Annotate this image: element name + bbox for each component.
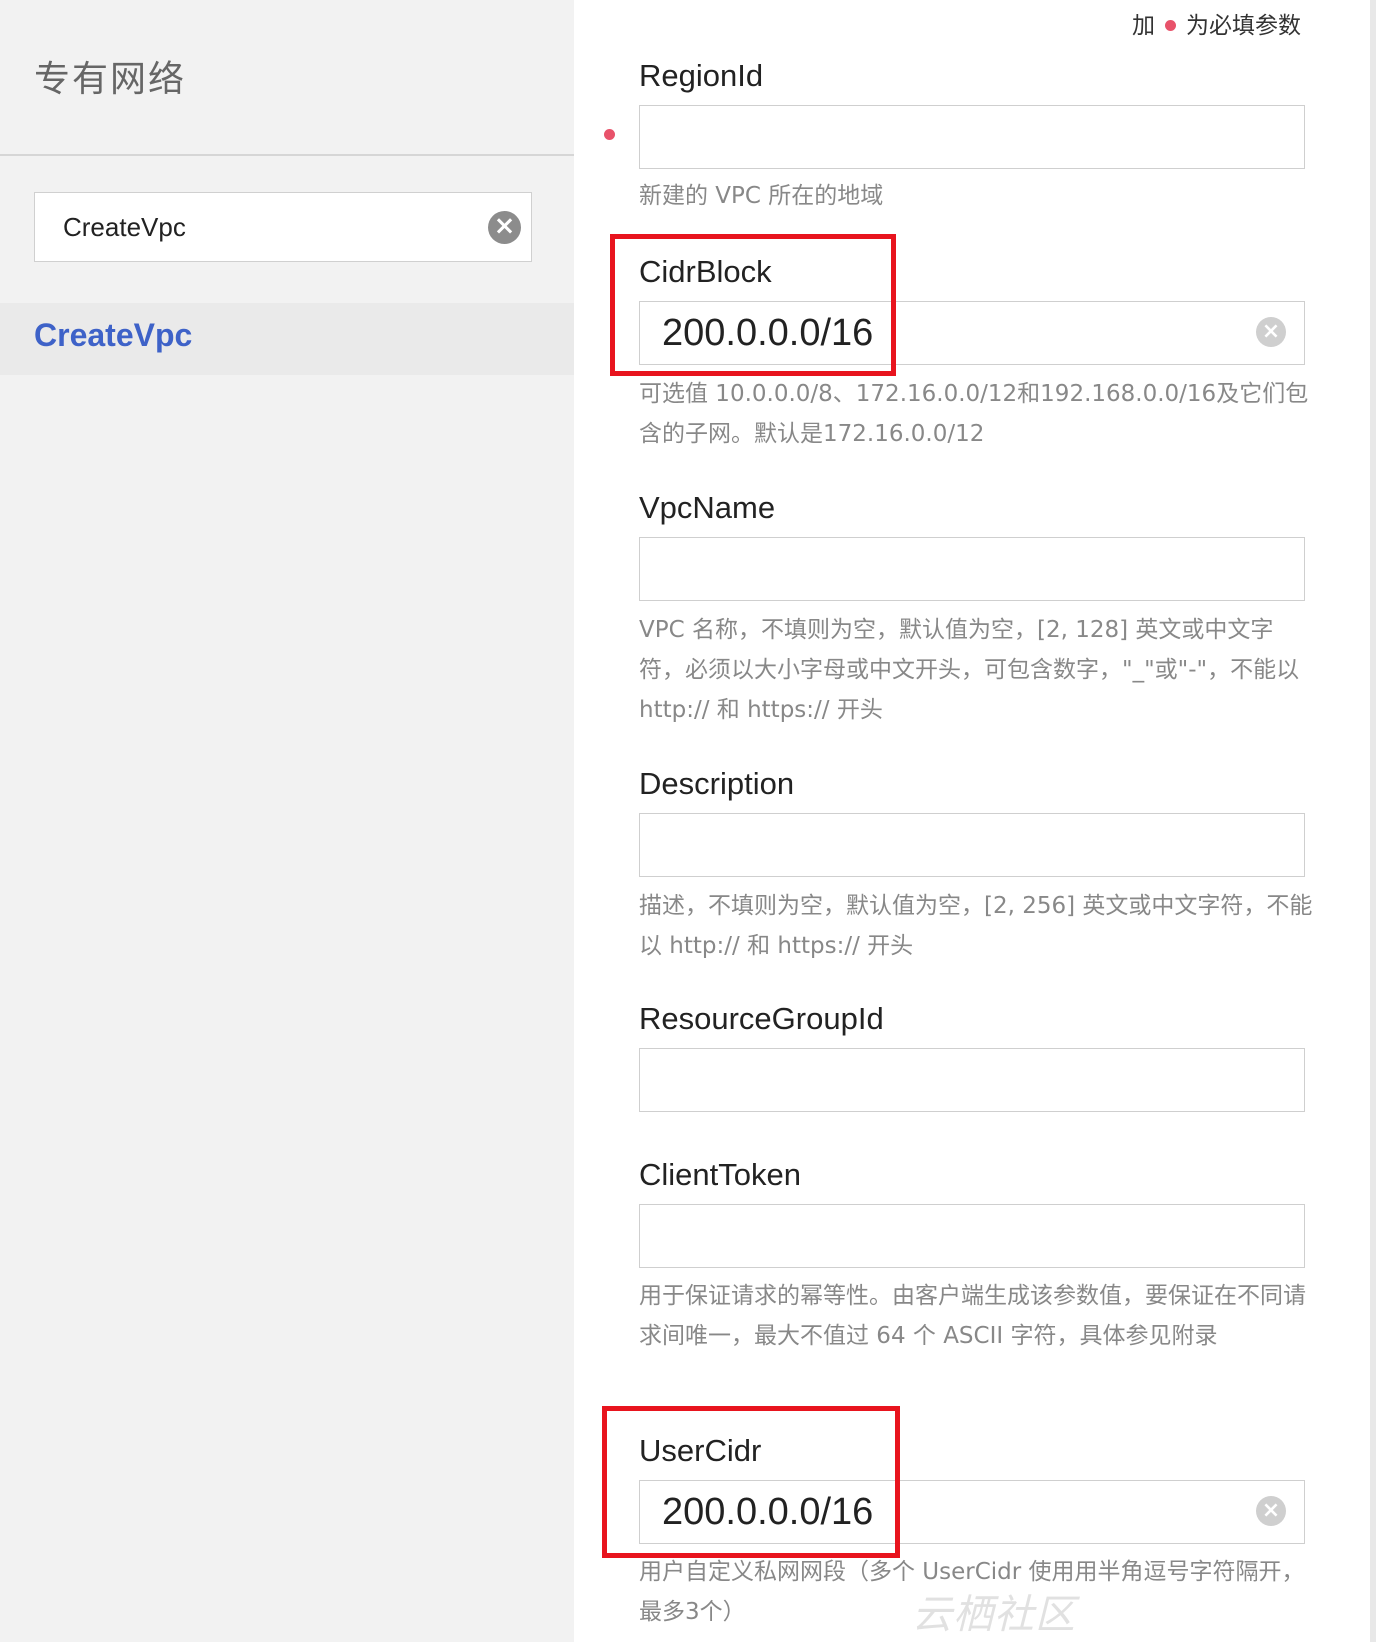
field-help-description: 描述，不填则为空，默认值为空，[2, 256] 英文或中文字符，不能以 http… [639,893,1313,959]
field-help-regionid: 新建的 VPC 所在的地域 [639,183,884,209]
required-legend-prefix: 加 [1132,13,1155,39]
sidebar-divider [0,154,574,156]
vpcname-input-box[interactable] [639,537,1305,601]
clear-cidrblock-icon[interactable]: × [1256,317,1286,347]
field-label-regionid: RegionId [639,58,764,93]
highlight-box-cidrblock [610,234,896,376]
description-input-box[interactable] [639,813,1305,877]
vpcname-input[interactable] [662,538,1242,600]
resourcegroupid-input-box[interactable] [639,1048,1305,1112]
scrollbar[interactable] [1370,0,1376,1642]
clear-search-icon[interactable]: × [488,211,521,244]
api-search-input[interactable] [63,193,483,261]
watermark-text: 云栖社区 yq.aliyun.com [912,1592,1205,1642]
field-label-resourcegroupid: ResourceGroupId [639,1001,884,1036]
clienttoken-input[interactable] [662,1205,1242,1267]
required-dot-icon [604,129,615,140]
field-help-clienttoken: 用于保证请求的幂等性。由客户端生成该参数值，要保证在不同请求间唯一，最大不值过 … [639,1283,1306,1349]
product-title: 专有网络 [34,59,187,100]
api-list-item-createvpc[interactable]: CreateVpc [0,303,574,375]
required-legend-text: 为必填参数 [1186,13,1301,39]
regionid-input-box[interactable] [639,105,1305,169]
sidebar: 专有网络 × CreateVpc [0,0,574,1642]
field-label-clienttoken: ClientToken [639,1157,801,1192]
regionid-input[interactable] [662,106,1242,168]
field-label-vpcname: VpcName [639,490,776,525]
field-label-description: Description [639,766,795,801]
field-help-vpcname: VPC 名称，不填则为空，默认值为空，[2, 128] 英文或中文字符，必须以大… [639,617,1300,723]
required-dot-icon [1165,19,1176,31]
clear-usercidr-icon[interactable]: × [1256,1496,1286,1526]
resourcegroupid-input[interactable] [662,1049,1242,1111]
highlight-box-usercidr [602,1406,900,1558]
clienttoken-input-box[interactable] [639,1204,1305,1268]
required-legend: 加 为必填参数 [1132,6,1301,40]
api-item-label: CreateVpc [34,317,193,353]
field-help-cidrblock: 可选值 10.0.0.0/8、172.16.0.0/12和192.168.0.0… [639,381,1309,447]
api-search-box[interactable]: × [34,192,532,262]
description-input[interactable] [662,814,1242,876]
